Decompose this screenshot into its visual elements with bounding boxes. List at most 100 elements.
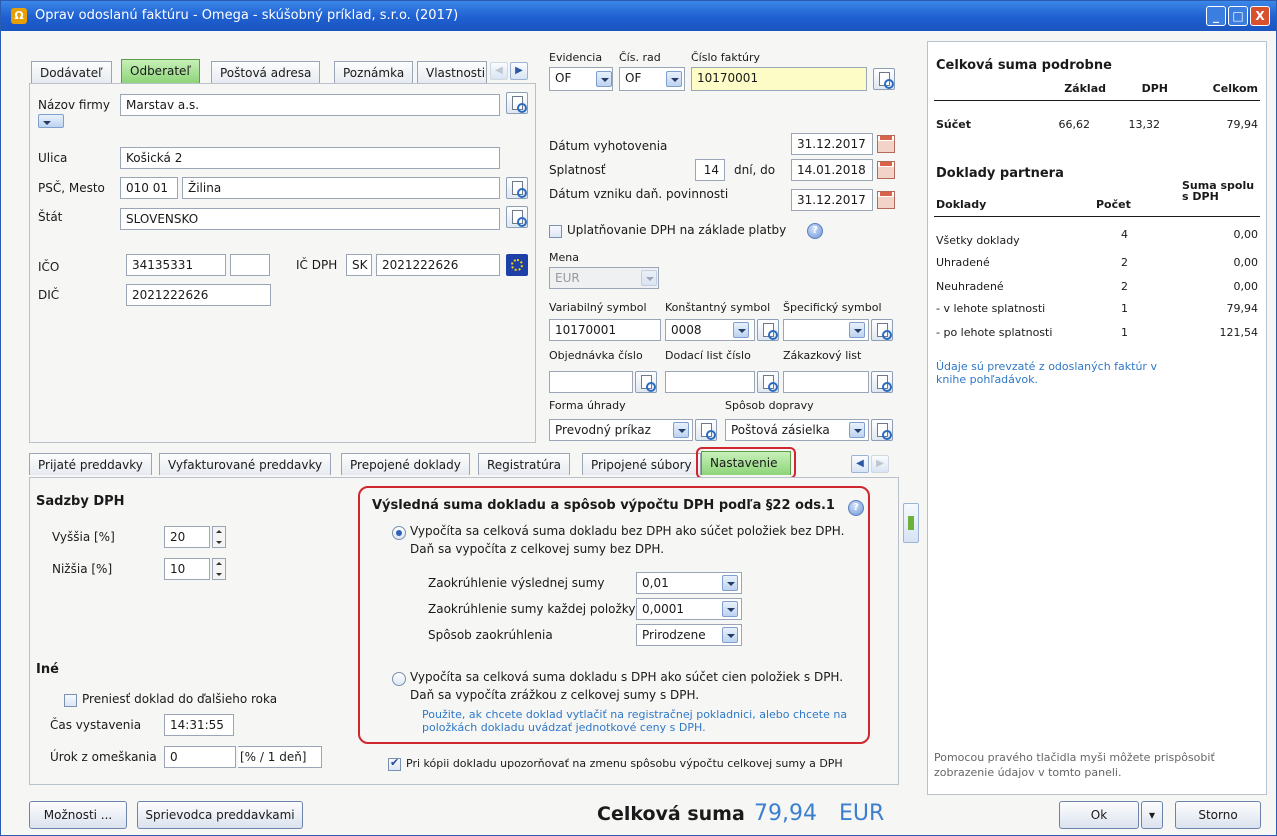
objednavka-field[interactable] [549,371,633,393]
title-bar: Ω Oprav odoslanú faktúru - Omega - skúšo… [1,1,1276,31]
country-lookup-icon[interactable] [506,206,528,228]
calendar-icon[interactable] [877,161,895,179]
uplatnovanie-dph-label: Uplatňovanie DPH na základe platby [567,223,787,237]
options-button[interactable]: Možnosti ... [29,801,127,829]
icdph-field[interactable]: 2021222626 [376,254,500,276]
tab-pripojene-subory[interactable]: Pripojené súbory [582,453,701,475]
forma-uhrady-dropdown-icon[interactable] [673,422,689,438]
interest-field[interactable]: 0 [164,746,236,768]
tabs-scroll-right-icon[interactable]: ▶ [871,455,889,473]
tab-vlastnosti[interactable]: Vlastnosti [417,61,487,83]
doprava-lookup-icon[interactable] [871,419,893,441]
cancel-button[interactable]: Storno [1175,801,1261,829]
ok-button[interactable]: Ok [1059,801,1139,829]
dic-field[interactable]: 2021222626 [126,284,271,306]
firm-label: Názov firmy [38,98,110,112]
higher-rate-field[interactable]: 20 [164,526,210,548]
tab-postova-adresa[interactable]: Poštová adresa [211,61,321,83]
minimize-button[interactable]: _ [1206,6,1226,26]
tab-poznamka[interactable]: Poznámka [334,61,414,83]
transfer-checkbox[interactable] [64,694,77,707]
icdph-prefix-field[interactable]: SK [346,254,372,276]
splatnost-days-field[interactable]: 14 [695,159,725,181]
summary-col-dph: DPH [1141,82,1168,95]
splatnost-label: Splatnosť [549,163,606,177]
firm-field[interactable]: Marstav a.s. [120,94,500,116]
objednavka-lookup-icon[interactable] [635,371,657,393]
tab-odberatel[interactable]: Odberateľ [121,59,200,83]
round-item-dropdown-icon[interactable] [722,601,738,617]
cis-rad-dropdown-icon[interactable] [666,71,682,87]
help-icon[interactable]: ? [807,223,823,239]
ss-label: Špecifický symbol [783,301,882,314]
vat-method-option-1-radio[interactable] [392,526,406,540]
uplatnovanie-dph-checkbox[interactable] [549,225,562,238]
partner-docs-note: Údaje sú prevzaté z odoslaných faktúr v … [936,360,1157,386]
calendar-icon[interactable] [877,135,895,153]
eu-flag-icon[interactable] [506,254,528,276]
tabs-scroll-left-icon[interactable]: ◀ [490,62,508,80]
firm-dropdown-icon[interactable] [38,114,64,128]
tab-registratura[interactable]: Registratúra [478,453,570,475]
ss-lookup-icon[interactable] [871,319,893,341]
vs-field[interactable]: 10170001 [549,319,661,341]
doprava-field[interactable]: Poštová zásielka [725,419,869,441]
dni-do-label: dní, do [734,163,776,177]
cislo-label: Číslo faktúry [691,51,761,64]
invoice-number-field[interactable]: 10170001 [691,67,867,91]
splatnost-date-field[interactable]: 14.01.2018 [791,159,873,181]
dic-label: DIČ [38,288,60,302]
close-button[interactable]: X [1250,6,1270,26]
round-method-dropdown-icon[interactable] [722,627,738,643]
forma-uhrady-field[interactable]: Prevodný príkaz [549,419,693,441]
mena-dropdown-icon[interactable] [641,270,657,286]
ok-menu-chevron-down-icon[interactable]: ▾ [1141,801,1163,829]
cis-rad-label: Čís. rad [619,51,661,64]
lower-rate-spinner[interactable] [212,558,226,580]
street-field[interactable]: Košická 2 [120,147,500,169]
docs-row-sum: 79,94 [1226,302,1259,315]
summary-row-label: Súčet [936,118,971,131]
tab-dodavatel[interactable]: Dodávateľ [31,61,112,83]
tab-nastavenie[interactable]: Nastavenie [701,451,791,475]
tab-prepojene-doklady[interactable]: Prepojené doklady [341,453,470,475]
dan-povinnost-field[interactable]: 31.12.2017 [791,189,873,211]
doprava-dropdown-icon[interactable] [849,422,865,438]
firm-lookup-icon[interactable] [506,92,528,114]
summary-dph: 13,32 [1128,118,1161,131]
tabs-scroll-left-icon[interactable]: ◀ [851,455,869,473]
lower-rate-field[interactable]: 10 [164,558,210,580]
evidencia-dropdown-icon[interactable] [596,71,612,87]
city-lookup-icon[interactable] [506,177,528,199]
divider [934,216,1260,217]
ss-dropdown-icon[interactable] [849,322,865,338]
tab-prijate-preddavky[interactable]: Prijaté preddavky [29,453,152,475]
calendar-icon[interactable] [877,191,895,209]
ico-extra-field[interactable] [230,254,270,276]
dodaci-list-lookup-icon[interactable] [757,371,779,393]
city-field[interactable]: Žilina [182,177,500,199]
panel-toggle-icon[interactable] [903,503,919,543]
tab-vyfakturovane-preddavky[interactable]: Vyfakturované preddavky [159,453,332,475]
ks-lookup-icon[interactable] [757,319,779,341]
zakazkovy-list-field[interactable] [783,371,869,393]
vat-method-option-2-radio[interactable] [392,672,406,686]
zakazkovy-list-lookup-icon[interactable] [871,371,893,393]
time-field[interactable]: 14:31:55 [164,714,234,736]
higher-rate-spinner[interactable] [212,526,226,548]
maximize-button[interactable]: □ [1228,6,1248,26]
country-field[interactable]: SLOVENSKO [120,208,500,230]
ico-field[interactable]: 34135331 [126,254,226,276]
ks-label: Konštantný symbol [665,301,771,314]
advance-guide-button[interactable]: Sprievodca preddavkami [137,801,303,829]
copy-warning-checkbox[interactable] [388,756,401,771]
zip-field[interactable]: 010 01 [120,177,178,199]
tabs-scroll-right-icon[interactable]: ▶ [510,62,528,80]
forma-uhrady-lookup-icon[interactable] [695,419,717,441]
invoice-number-lookup-icon[interactable] [873,68,895,90]
vyhotovenie-field[interactable]: 31.12.2017 [791,133,873,155]
ks-dropdown-icon[interactable] [733,322,749,338]
help-icon[interactable]: ? [848,500,864,516]
dodaci-list-field[interactable] [665,371,755,393]
round-total-dropdown-icon[interactable] [722,575,738,591]
